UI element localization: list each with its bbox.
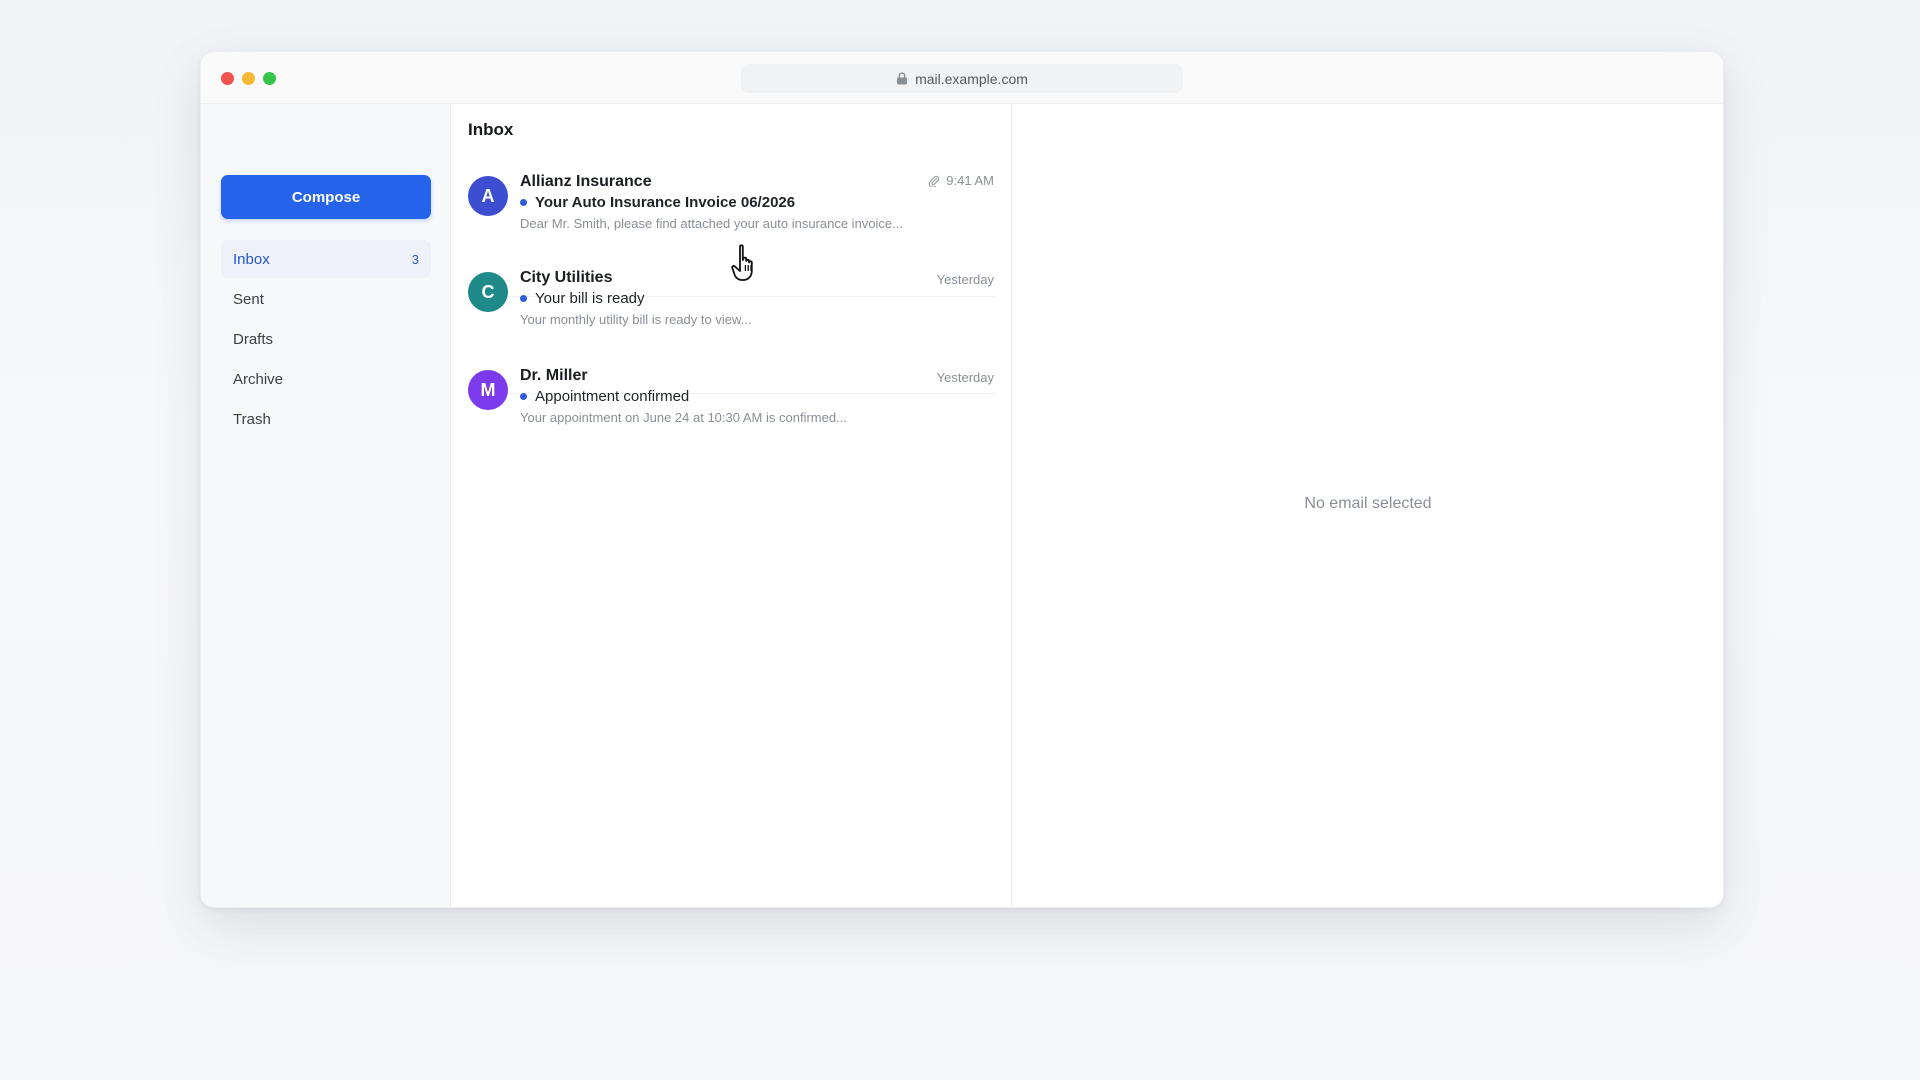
email-sender: Allianz Insurance [520,173,652,190]
email-subject: Your Auto Insurance Invoice 06/2026 [535,194,796,211]
unread-indicator [520,199,527,206]
email-preview: Your monthly utility bill is ready to vi… [520,312,752,327]
sidebar-item-label: Archive [233,370,284,388]
list-title: Inbox [468,120,514,139]
minimize-window-button[interactable] [242,72,255,85]
sidebar-item-sent[interactable]: Sent [221,280,431,318]
email-row[interactable]: A Allianz Insurance Your Auto Insurance … [462,156,1002,244]
compose-button[interactable]: Compose [221,175,431,219]
email-preview: Dear Mr. Smith, please find attached you… [520,216,903,231]
email-list: Inbox A Allianz Insurance Your Auto Insu… [452,104,1012,907]
address-bar[interactable]: mail.example.com [741,64,1183,93]
sidebar-item-drafts[interactable]: Drafts [221,320,431,358]
title-bar: mail.example.com [201,52,1723,104]
email-time: 9:41 AM [928,173,994,188]
lock-icon [897,72,908,85]
avatar: A [468,176,508,216]
email-preview: Your appointment on June 24 at 10:30 AM … [520,410,847,425]
sidebar-item-label: Inbox [233,250,270,268]
email-subject-line: Appointment confirmed [520,388,689,405]
email-time: Yesterday [936,370,994,385]
email-row[interactable]: M Dr. Miller Appointment confirmed Your … [462,350,1002,438]
unread-count-badge: 3 [411,251,419,267]
url-text: mail.example.com [915,70,1028,87]
email-subject-line: Your Auto Insurance Invoice 06/2026 [520,194,795,211]
close-window-button[interactable] [221,72,234,85]
browser-window: mail.example.com Compose Inbox 3 Sent Dr… [200,51,1724,908]
avatar: M [468,370,508,410]
email-time: Yesterday [936,272,994,287]
email-sender: Dr. Miller [520,367,588,384]
folder-nav: Inbox 3 Sent Drafts Archive Trash [221,240,431,440]
email-subject-line: Your bill is ready [520,290,645,307]
sidebar-item-archive[interactable]: Archive [221,360,431,398]
email-subject: Your bill is ready [535,290,645,307]
sidebar-item-label: Trash [233,410,271,428]
email-sender: City Utilities [520,269,613,286]
avatar: C [468,272,508,312]
unread-indicator [520,393,527,400]
empty-state-message: No email selected [1304,495,1432,512]
email-time-text: 9:41 AM [946,173,994,188]
maximize-window-button[interactable] [263,72,276,85]
sidebar-item-trash[interactable]: Trash [221,400,431,438]
sidebar-item-label: Drafts [233,330,274,348]
reading-pane: No email selected [1013,104,1723,907]
sidebar: Compose Inbox 3 Sent Drafts Archive Tras… [201,104,451,907]
unread-indicator [520,295,527,302]
sidebar-item-label: Sent [233,290,264,308]
email-subject: Appointment confirmed [535,388,690,405]
paperclip-icon [928,175,940,187]
sidebar-item-inbox[interactable]: Inbox 3 [221,240,431,278]
hand-pointer-cursor-icon [731,244,753,281]
